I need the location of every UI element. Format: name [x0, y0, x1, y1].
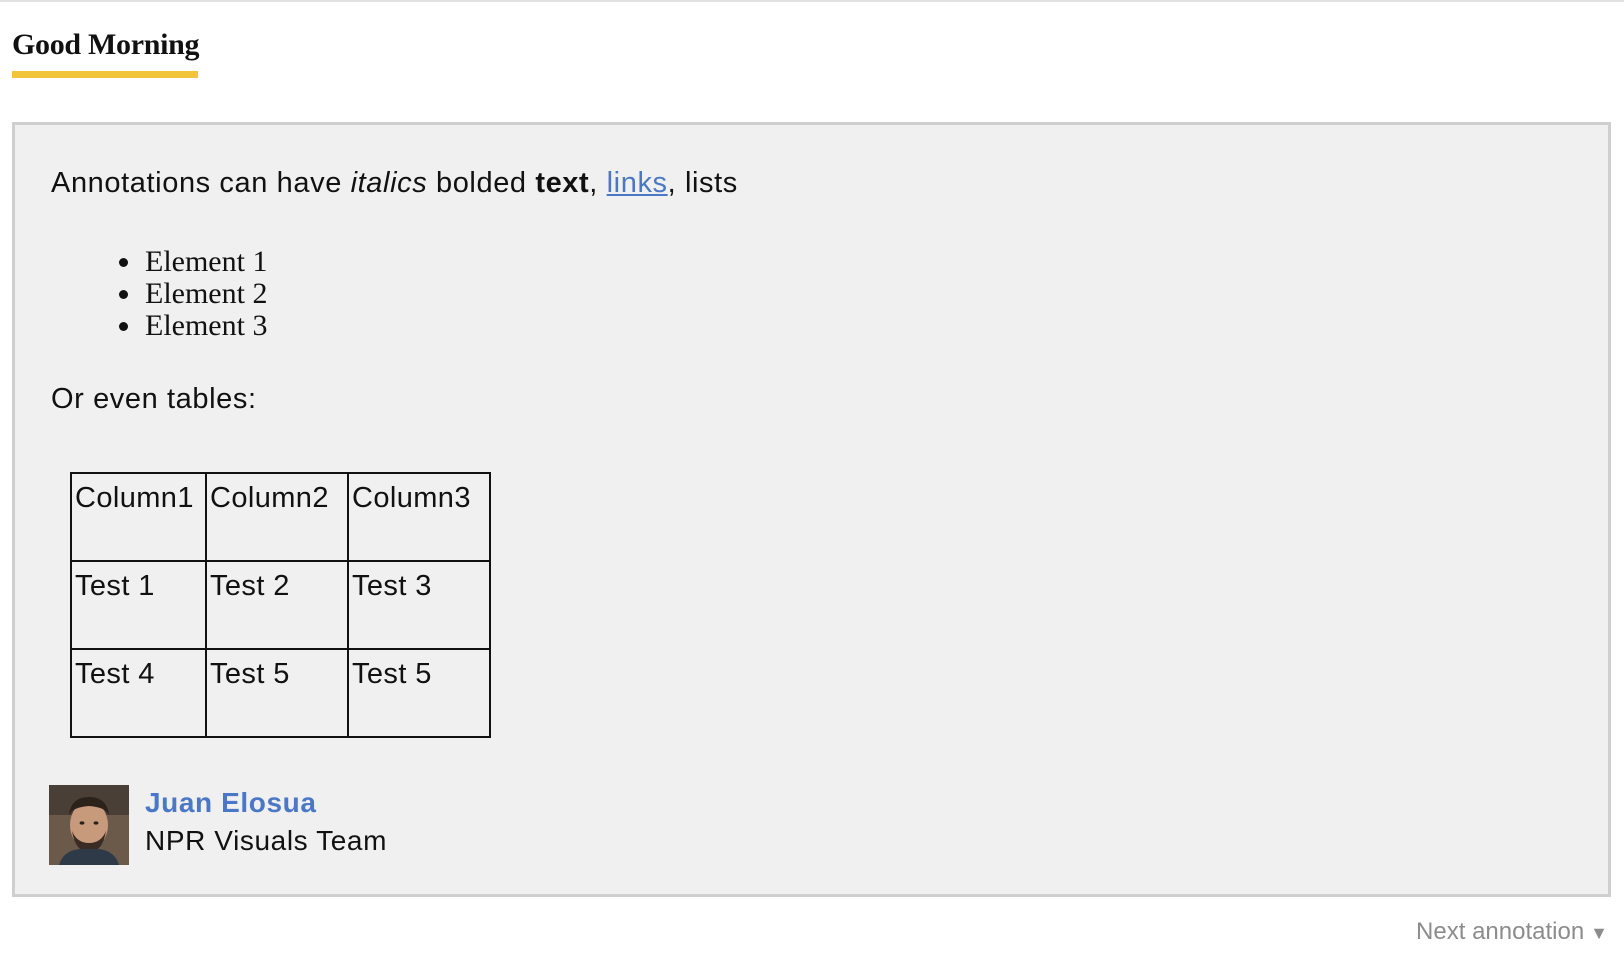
author-team: NPR Visuals Team — [145, 825, 387, 856]
page-title: Good Morning — [12, 28, 200, 61]
tables-intro: Or even tables: — [51, 383, 257, 415]
annotation-panel: Annotations can have italics bolded text… — [12, 122, 1611, 897]
table-header-cell: Column2 — [205, 472, 349, 562]
triangle-down-icon: ▼ — [1590, 923, 1608, 943]
next-annotation-button[interactable]: Next annotation ▼ — [1416, 918, 1608, 946]
list-item: Element 1 — [143, 246, 267, 278]
title-block: Good Morning — [12, 26, 200, 78]
table-row: Test 1 Test 2 Test 3 — [70, 560, 491, 650]
table-header-cell: Column1 — [70, 472, 207, 562]
table-header-cell: Column3 — [347, 472, 491, 562]
intro-suffix: , lists — [667, 167, 738, 199]
intro-comma: , — [589, 167, 607, 199]
intro-middle: bolded — [427, 167, 536, 199]
table-cell: Test 1 — [70, 560, 207, 650]
table-cell: Test 2 — [205, 560, 349, 650]
top-divider — [0, 0, 1624, 2]
list-item: Element 3 — [143, 310, 267, 342]
intro-link[interactable]: links — [607, 167, 668, 199]
intro-italic: italics — [350, 167, 428, 199]
table-row: Test 4 Test 5 Test 5 — [70, 648, 491, 738]
author-name[interactable]: Juan Elosua — [145, 787, 317, 819]
intro-bold: text — [535, 167, 590, 199]
next-annotation-label: Next annotation — [1416, 918, 1585, 945]
intro-prefix: Annotations can have — [51, 167, 351, 199]
table-cell: Test 4 — [70, 648, 207, 738]
element-list: Element 1 Element 2 Element 3 — [89, 246, 267, 342]
data-table: Column1 Column2 Column3 Test 1 Test 2 Te… — [70, 472, 491, 738]
title-underline — [12, 71, 198, 78]
table-cell: Test 5 — [347, 648, 491, 738]
table-header-row: Column1 Column2 Column3 — [70, 472, 491, 562]
table-cell: Test 5 — [205, 648, 349, 738]
list-item: Element 2 — [143, 278, 267, 310]
annotation-intro: Annotations can have italics bolded text… — [51, 167, 738, 200]
avatar — [49, 785, 129, 865]
table-cell: Test 3 — [347, 560, 491, 650]
